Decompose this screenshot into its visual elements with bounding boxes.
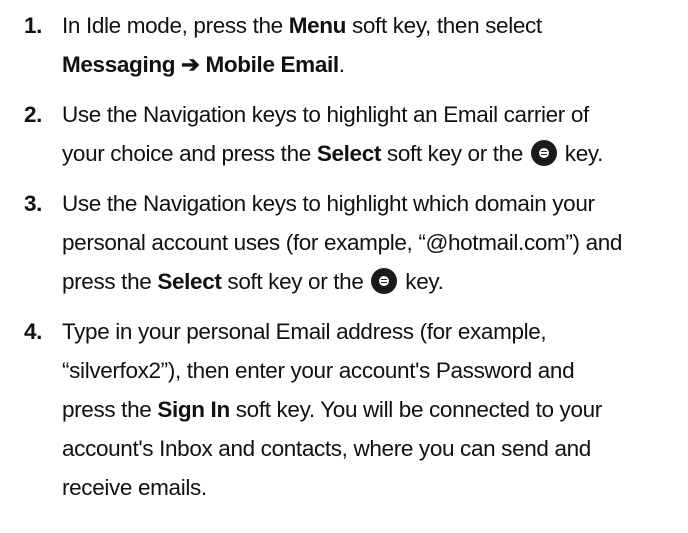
step-line: “silverfox2”), then enter your account's…: [62, 351, 682, 390]
step-line: Messaging ➔ Mobile Email.: [62, 45, 682, 84]
step-number: 4.: [24, 319, 43, 344]
mobile-email-menu-label: Mobile Email: [205, 52, 339, 77]
ok-key-icon: [530, 140, 557, 166]
arrow-right-icon: ➔: [181, 52, 200, 77]
step-2: 2. Use the Navigation keys to highlight …: [0, 95, 688, 173]
step-text: In Idle mode, press the: [62, 13, 289, 38]
step-line: Use the Navigation keys to highlight an …: [62, 95, 682, 134]
step-text: soft key or the: [381, 141, 529, 166]
step-number: 1.: [24, 13, 43, 38]
step-text: Use the Navigation keys to highlight an …: [62, 102, 589, 127]
step-text: key.: [399, 269, 444, 294]
step-line: account's Inbox and contacts, where you …: [62, 429, 682, 468]
step-line: personal account uses (for example, “@ho…: [62, 223, 682, 262]
step-line: In Idle mode, press the Menu soft key, t…: [62, 6, 682, 45]
step-line: Use the Navigation keys to highlight whi…: [62, 184, 682, 223]
step-line: press the Sign In soft key. You will be …: [62, 390, 682, 429]
step-number: 3.: [24, 191, 43, 216]
step-text: soft key, then select: [346, 13, 542, 38]
select-softkey-label: Select: [316, 141, 382, 166]
instruction-steps: 1. In Idle mode, press the Menu soft key…: [0, 6, 688, 518]
step-line: press the Select soft key or the key.: [62, 262, 682, 301]
step-text: receive emails.: [62, 475, 207, 500]
step-text: account's Inbox and contacts, where you …: [62, 436, 591, 461]
step-text: soft key. You will be connected to your: [229, 397, 603, 422]
ok-key-icon: [371, 268, 398, 294]
step-text: press the: [62, 269, 158, 294]
step-3: 3. Use the Navigation keys to highlight …: [0, 184, 688, 301]
step-1: 1. In Idle mode, press the Menu soft key…: [0, 6, 688, 84]
step-text: your choice and press the: [62, 141, 317, 166]
step-text: “silverfox2”), then enter your account's…: [62, 358, 575, 383]
sign-in-softkey-label: Sign In: [157, 397, 230, 422]
step-4: 4. Type in your personal Email address (…: [0, 312, 688, 507]
step-text: soft key or the: [221, 269, 370, 294]
step-line: receive emails.: [62, 468, 682, 507]
step-text: personal account uses (for example, “@ho…: [62, 230, 623, 255]
step-text: press the: [62, 397, 158, 422]
messaging-menu-label: Messaging: [62, 52, 176, 77]
step-number: 2.: [24, 102, 43, 127]
step-text: Type in your personal Email address (for…: [62, 319, 547, 344]
step-line: Type in your personal Email address (for…: [62, 312, 682, 351]
select-softkey-label: Select: [157, 269, 222, 294]
step-text: .: [338, 52, 345, 77]
menu-softkey-label: Menu: [288, 13, 347, 38]
step-line: your choice and press the Select soft ke…: [62, 134, 682, 173]
step-text: key.: [558, 141, 604, 166]
step-text: Use the Navigation keys to highlight whi…: [62, 191, 595, 216]
